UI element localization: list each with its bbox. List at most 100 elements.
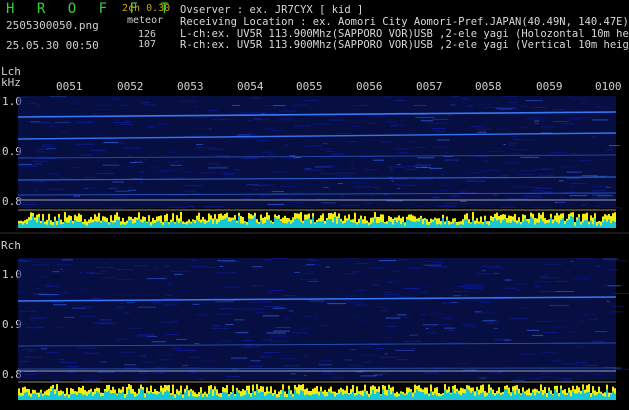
rch-meter-bar-low [446, 392, 448, 400]
lch-noise [509, 143, 518, 145]
rch-meter-bar-low [348, 394, 350, 400]
lch-noise [305, 145, 322, 147]
lch-noise [339, 195, 344, 197]
rch-meter-bar-low [246, 390, 248, 400]
rch-meter-bar-low [70, 394, 72, 400]
lch-meter-bar-low [450, 223, 452, 228]
rch-noise [332, 314, 335, 316]
rch-noise [116, 268, 134, 270]
rch-noise [216, 314, 232, 316]
rch-meter-bar-low [230, 394, 232, 400]
lch-noise [365, 202, 374, 204]
rch-meter-bar-low [498, 393, 500, 400]
rch-noise [315, 318, 318, 320]
lch-noise [501, 206, 515, 208]
rch-noise [321, 373, 335, 375]
rch-noise [409, 334, 418, 336]
lch-meter-bar-low [262, 223, 264, 228]
rch-noise [540, 376, 560, 378]
lch-meter-bar-low [82, 223, 84, 228]
rch-noise [290, 373, 297, 375]
lch-noise [391, 180, 394, 182]
lch-meter-bar-low [550, 217, 552, 228]
lch-meter-bar-low [446, 219, 448, 228]
rch-meter-bar-low [448, 392, 450, 400]
lch-meter-bar-low [530, 216, 532, 228]
lch-meter-bar-low [432, 221, 434, 228]
rch-meter-bar-low [180, 392, 182, 400]
rch-noise [82, 379, 102, 381]
rch-meter-bar-low [562, 393, 564, 400]
rch-noise [150, 372, 166, 374]
rch-meter-bar-low [612, 391, 614, 400]
rch-noise [356, 371, 364, 373]
rch-meter-bar-low [484, 396, 486, 400]
lch-noise [231, 104, 241, 106]
lch-meter-bar-low [244, 222, 246, 228]
rch-noise [503, 287, 517, 289]
lch-noise [534, 107, 547, 108]
lch-noise [220, 172, 238, 174]
rch-meter-bar-low [24, 392, 26, 400]
rch-noise [287, 297, 307, 299]
lch-meter-bar-low [108, 224, 110, 228]
rch-meter-bar-low [354, 395, 356, 400]
lch-noise [436, 175, 440, 177]
rch-meter-bar-low [422, 392, 424, 400]
lch-meter-bar-low [594, 218, 596, 228]
rch-noise [508, 319, 511, 321]
rch-meter-bar-low [524, 393, 526, 400]
rch-meter-bar-low [228, 396, 230, 400]
rch-noise [217, 342, 222, 344]
lch-meter-bar-low [80, 221, 82, 228]
lch-noise [512, 135, 517, 137]
rch-meter-bar-low [410, 391, 412, 400]
lch-meter-bar-low [422, 224, 424, 228]
rch-noise [463, 369, 477, 371]
lch-noise [166, 177, 185, 179]
lch-noise [263, 128, 274, 130]
rch-meter-bar-low [494, 395, 496, 400]
lch-meter-bar-low [138, 219, 140, 228]
lch-noise [431, 146, 451, 148]
lch-noise [246, 184, 259, 186]
lch-noise [30, 121, 41, 123]
rch-noise [482, 320, 496, 322]
lch-noise [223, 174, 234, 176]
lch-meter-bar-low [488, 225, 490, 228]
lch-noise [568, 96, 574, 98]
lch-meter-bar-low [338, 217, 340, 228]
rch-meter-bar-low [150, 392, 152, 400]
lch-noise [415, 147, 427, 149]
rch-noise [453, 290, 471, 292]
rch-noise [571, 260, 574, 262]
rch-meter-bar-low [282, 389, 284, 400]
rch-noise [110, 307, 115, 309]
rch-meter-bar-low [574, 393, 576, 400]
rch-noise [364, 320, 367, 321]
rch-noise [533, 286, 541, 288]
rch-meter-bar-low [412, 396, 414, 400]
lch-noise [148, 166, 161, 168]
rch-meter-bar-low [470, 392, 472, 400]
rch-noise [38, 294, 59, 295]
rch-meter-bar-low [132, 394, 134, 400]
lch-meter-bar-low [56, 225, 58, 228]
rch-noise [345, 301, 365, 303]
lch-noise [493, 188, 497, 190]
lch-meter-bar-low [486, 223, 488, 228]
rch-noise [607, 300, 610, 302]
lch-meter-bar-low [188, 222, 190, 228]
lch-noise [592, 194, 610, 196]
lch-noise [48, 126, 60, 128]
rch-meter-bar-low [374, 393, 376, 400]
lch-meter-bar-low [194, 223, 196, 228]
rch-noise [251, 285, 263, 287]
rch-noise [226, 376, 241, 378]
lch-meter-bar-low [560, 219, 562, 228]
rch-meter-bar-low [214, 390, 216, 400]
lch-meter-bar-low [150, 225, 152, 228]
lch-noise [572, 117, 590, 119]
lch-meter-bar-low [570, 216, 572, 228]
lch-noise [384, 121, 398, 123]
